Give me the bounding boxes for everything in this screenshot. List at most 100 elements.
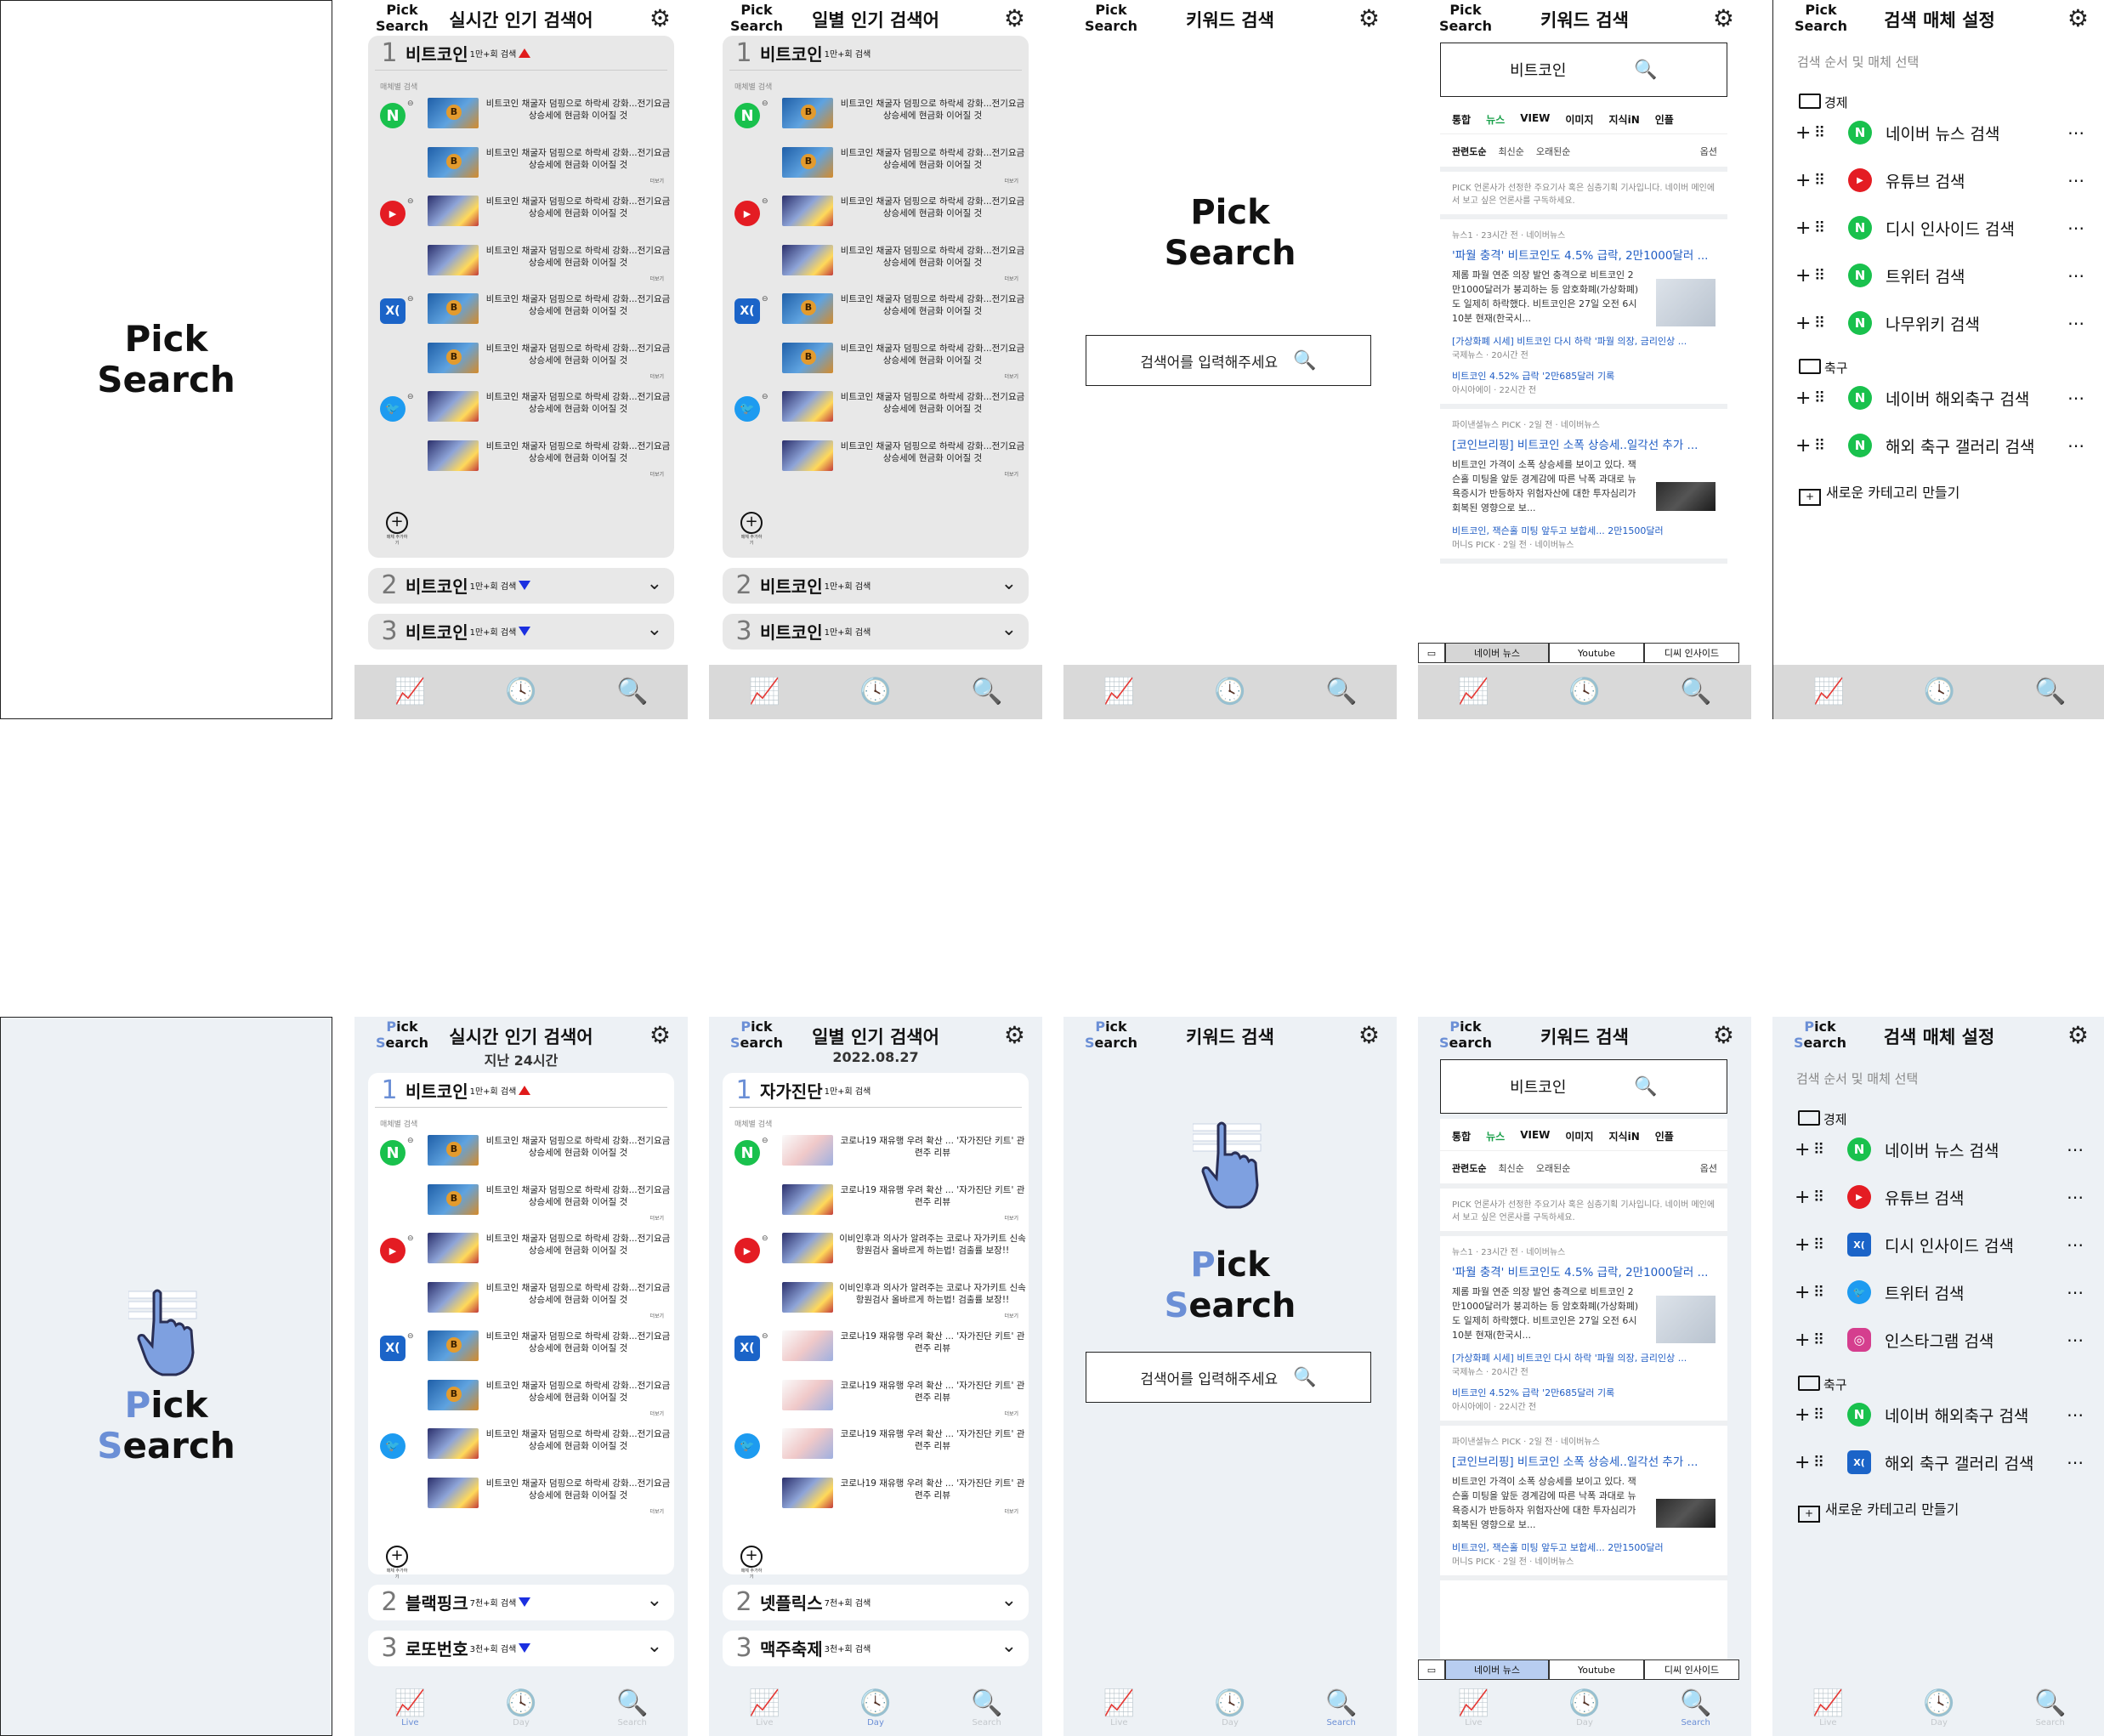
news-result[interactable]: 파이낸셜뉴스 PICK · 2일 전 · 네이버뉴스 [코인브리핑] 비트코인 … — [1440, 1426, 1727, 1580]
news-item[interactable]: 비트코인 채굴자 덤핑으로 하락세 강화...전기요금 상승세에 현금화 이어질… — [428, 1184, 670, 1222]
category-soccer[interactable]: 축구 — [1798, 1376, 1847, 1393]
news-item[interactable]: 비트코인 채굴자 덤핑으로 하락세 강화...전기요금 상승세에 현금화 이어질… — [782, 196, 1024, 226]
rank-row[interactable]: 1 비트코인 1만+회 검색 — [368, 36, 674, 70]
news-item[interactable]: 비트코인 채굴자 덤핑으로 하락세 강화...전기요금 상승세에 현금화 이어질… — [428, 1380, 670, 1417]
nav-live[interactable]: 📈 — [1799, 678, 1858, 706]
rank-row[interactable]: 1 자가진단 1만+회 검색 — [723, 1073, 1029, 1107]
more-link[interactable]: 더보기 — [649, 372, 664, 380]
category-soccer[interactable]: 축구 — [1799, 359, 1848, 377]
rank-card-2[interactable]: 2 비트코인 1만+회 검색 ⌄ — [723, 568, 1029, 604]
rank-row[interactable]: 1 비트코인 1만+회 검색 — [723, 36, 1029, 70]
nav-search[interactable]: 🔍 Search — [2021, 1689, 2080, 1728]
search-input[interactable]: 비트코인 🔍 — [1440, 1059, 1727, 1114]
media-tab[interactable]: 디씨 인사이드 — [1644, 643, 1739, 663]
nav-search[interactable]: 🔍 — [1312, 678, 1371, 706]
news-item[interactable]: 비트코인 채굴자 덤핑으로 하락세 강화...전기요금 상승세에 현금화 이어질… — [428, 245, 670, 282]
nav-live[interactable]: 📈 — [734, 678, 794, 706]
rank-card-2[interactable]: 2 넷플릭스 7천+회 검색 ⌄ — [723, 1585, 1029, 1620]
nav-search[interactable]: 🔍 — [957, 678, 1017, 706]
news-item[interactable]: 비트코인 채굴자 덤핑으로 하락세 강화...전기요금 상승세에 현금화 이어질… — [428, 293, 670, 324]
remove-icon[interactable]: ⊖ — [407, 197, 414, 206]
add-media-button[interactable]: + 매체 추가하기 — [740, 1546, 763, 1580]
nav-day[interactable]: 🕓 Day — [846, 1689, 905, 1728]
news-item[interactable]: 코로나19 재유행 우려 확산 ... '자가진단 키트' 관련주 리뷰 더보기 — [782, 1184, 1024, 1222]
gear-icon[interactable]: ⚙ — [1713, 1024, 1734, 1047]
naver-icon[interactable]: N — [380, 103, 405, 128]
media-tab[interactable]: Youtube — [1549, 1659, 1644, 1680]
nav-day[interactable]: 🕓 — [491, 678, 551, 706]
naver-icon[interactable]: N — [734, 1140, 760, 1166]
news-result[interactable]: 뉴스1 · 23시간 전 · 네이버뉴스 '파월 충격' 비트코인도 4.5% … — [1440, 219, 1727, 409]
news-item[interactable]: 비트코인 채굴자 덤핑으로 하락세 강화...전기요금 상승세에 현금화 이어질… — [428, 1135, 670, 1166]
nav-live[interactable]: 📈 Live — [380, 1689, 440, 1728]
add-media-button[interactable]: + 매체 추가하기 — [740, 512, 763, 546]
media-setting-row[interactable]: + ⠿ 🐦 트위터 검색 ⋯ — [1795, 1277, 2084, 1308]
media-setting-row[interactable]: + ⠿ X(디시 인사이드 검색 ⋯ — [1795, 1229, 2084, 1260]
news-result[interactable]: 파이낸셜뉴스 PICK · 2일 전 · 네이버뉴스 [코인브리핑] 비트코인 … — [1440, 409, 1727, 564]
search-input[interactable]: 검색어를 입력해주세요 🔍 — [1086, 335, 1371, 386]
dcinside-icon[interactable]: X( — [380, 298, 405, 324]
remove-icon[interactable]: ⊖ — [407, 393, 414, 401]
news-item[interactable]: 비트코인 채굴자 덤핑으로 하락세 강화...전기요금 상승세에 현금화 이어질… — [428, 343, 670, 380]
nav-live[interactable]: 📈 — [1089, 678, 1148, 706]
news-item[interactable]: 코로나19 재유행 우려 확산 ... '자가진단 키트' 관련주 리뷰 더보기 — [782, 1380, 1024, 1417]
rank-row[interactable]: 1 비트코인 1만+회 검색 — [368, 1073, 674, 1107]
nav-search[interactable]: 🔍 — [2021, 678, 2080, 706]
dcinside-icon[interactable]: X( — [734, 298, 760, 324]
new-category-button[interactable]: + 새로운 카테고리 만들기 — [1798, 1498, 1959, 1523]
twitter-icon[interactable]: 🐦 — [734, 1433, 760, 1459]
search-input[interactable]: 비트코인 🔍 — [1440, 43, 1727, 97]
search-icon[interactable]: 🔍 — [1293, 350, 1316, 372]
remove-icon[interactable]: ⊖ — [762, 1332, 768, 1341]
results-webview[interactable]: 통합 뉴스 VIEW 이미지 지식iN 인플 관련도순 최신순 오래된순 옵션 PICK 언론사… — [1440, 102, 1727, 646]
add-media-button[interactable]: + 매체 추가하기 — [385, 512, 409, 546]
media-setting-row[interactable]: + ⠿ X(해외 축구 갤러리 검색 ⋯ — [1795, 1447, 2084, 1478]
chevron-down-icon[interactable]: ⌄ — [1001, 1636, 1017, 1657]
remove-icon[interactable]: ⊖ — [762, 197, 768, 206]
chevron-down-icon[interactable]: ⌄ — [1001, 573, 1017, 594]
more-link[interactable]: 더보기 — [649, 470, 664, 478]
remove-icon[interactable]: ⊖ — [762, 99, 768, 108]
news-item[interactable]: 비트코인 채굴자 덤핑으로 하락세 강화...전기요금 상승세에 현금화 이어질… — [782, 343, 1024, 380]
rank-card-3[interactable]: 3 비트코인 1만+회 검색 ⌄ — [368, 614, 674, 650]
nav-day[interactable]: 🕓 — [1555, 678, 1614, 706]
more-link[interactable]: 더보기 — [649, 275, 664, 282]
youtube-icon[interactable]: ▶ — [734, 1238, 760, 1263]
folder-icon[interactable]: ▭ — [1418, 643, 1445, 663]
nav-day[interactable]: 🕓 Day — [1200, 1689, 1260, 1728]
nav-day[interactable]: 🕓 — [1200, 678, 1260, 706]
nav-search[interactable]: 🔍 Search — [957, 1689, 1017, 1728]
add-media-button[interactable]: + 매체 추가하기 — [385, 1546, 409, 1580]
folder-icon[interactable]: ▭ — [1418, 1659, 1445, 1680]
nav-day[interactable]: 🕓 Day — [1909, 1689, 1969, 1728]
chevron-down-icon[interactable]: ⌄ — [647, 1636, 662, 1657]
news-item[interactable]: 비트코인 채굴자 덤핑으로 하락세 강화...전기요금 상승세에 현금화 이어질… — [428, 1330, 670, 1361]
news-item[interactable]: 비트코인 채굴자 덤핑으로 하락세 강화...전기요금 상승세에 현금화 이어질… — [428, 196, 670, 226]
media-tab[interactable]: 디씨 인사이드 — [1644, 1659, 1739, 1680]
gear-icon[interactable]: ⚙ — [1004, 7, 1025, 31]
media-setting-row[interactable]: + ⠿ N 네이버 뉴스 검색 ⋯ — [1795, 117, 2084, 148]
news-item[interactable]: 비트코인 채굴자 덤핑으로 하락세 강화...전기요금 상승세에 현금화 이어질… — [782, 293, 1024, 324]
search-input[interactable]: 검색어를 입력해주세요 🔍 — [1086, 1352, 1371, 1403]
remove-icon[interactable]: ⊖ — [762, 393, 768, 401]
media-setting-row[interactable]: + ⠿ N 네이버 뉴스 검색 ⋯ — [1795, 1134, 2084, 1165]
media-setting-row[interactable]: + ⠿ ▶ 유튜브 검색 ⋯ — [1795, 165, 2084, 196]
media-setting-row[interactable]: + ⠿ N 나무위키 검색 ⋯ — [1795, 308, 2084, 338]
chevron-down-icon[interactable]: ⌄ — [1001, 619, 1017, 640]
nav-live[interactable]: 📈 Live — [1798, 1689, 1857, 1728]
nav-search[interactable]: 🔍 Search — [1312, 1689, 1371, 1728]
gear-icon[interactable]: ⚙ — [2067, 1024, 2089, 1047]
nav-live[interactable]: 📈 — [380, 678, 440, 706]
media-tab[interactable]: 네이버 뉴스 — [1445, 643, 1549, 663]
nav-day[interactable]: 🕓 — [1909, 678, 1969, 706]
dcinside-icon[interactable]: X( — [380, 1336, 405, 1361]
media-setting-row[interactable]: + ⠿ N 네이버 해외축구 검색 ⋯ — [1795, 383, 2084, 413]
news-item[interactable]: 코로나19 재유행 우려 확산 ... '자가진단 키트' 관련주 리뷰 — [782, 1330, 1024, 1361]
remove-icon[interactable]: ⊖ — [762, 1137, 768, 1145]
remove-icon[interactable]: ⊖ — [407, 1234, 414, 1243]
news-result[interactable]: 뉴스1 · 23시간 전 · 네이버뉴스 '파월 충격' 비트코인도 4.5% … — [1440, 1236, 1727, 1426]
news-item[interactable]: 이비인후과 의사가 알려주는 코로나 자가키트 신속항원검사 올바르게 하는법!… — [782, 1282, 1026, 1319]
search-icon[interactable]: 🔍 — [1293, 1367, 1316, 1388]
nav-day[interactable]: 🕓 Day — [1555, 1689, 1614, 1728]
remove-icon[interactable]: ⊖ — [407, 295, 414, 304]
